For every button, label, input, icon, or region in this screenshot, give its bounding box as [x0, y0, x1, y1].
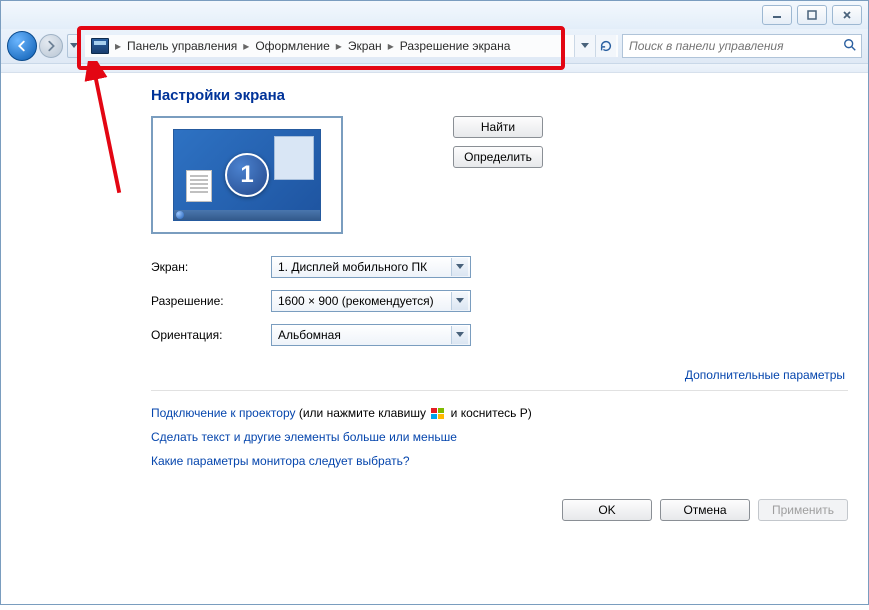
apply-button: Применить [758, 499, 848, 521]
projector-hint-b: и коснитесь P) [447, 406, 531, 420]
address-dropdown[interactable] [574, 35, 595, 57]
orientation-combo[interactable]: Альбомная [271, 324, 471, 346]
display-combo[interactable]: 1. Дисплей мобильного ПК [271, 256, 471, 278]
text-size-link[interactable]: Сделать текст и другие элементы больше и… [151, 430, 457, 444]
separator [151, 390, 848, 391]
control-panel-window: ▸ Панель управления ▸ Оформление ▸ Экран… [0, 0, 869, 605]
search-icon[interactable] [843, 38, 857, 55]
chevron-right-icon[interactable]: ▸ [334, 39, 344, 53]
windows-key-icon [431, 408, 445, 420]
refresh-button[interactable] [595, 35, 616, 57]
display-value: 1. Дисплей мобильного ПК [278, 260, 427, 274]
navigation-bar: ▸ Панель управления ▸ Оформление ▸ Экран… [1, 29, 868, 64]
maximize-button[interactable] [797, 5, 827, 25]
advanced-settings-link[interactable]: Дополнительные параметры [685, 368, 845, 382]
orientation-value: Альбомная [278, 328, 341, 342]
display-label: Экран: [151, 260, 271, 274]
search-box[interactable] [622, 34, 862, 58]
toolbar-strip [1, 64, 868, 73]
crumb-display[interactable]: Экран [344, 37, 386, 55]
search-input[interactable] [627, 38, 843, 54]
page-title: Настройки экрана [151, 87, 848, 104]
crumb-appearance[interactable]: Оформление [251, 37, 333, 55]
monitor-preview[interactable]: 1 [151, 116, 343, 234]
chevron-down-icon[interactable] [451, 292, 468, 310]
back-button[interactable] [7, 31, 37, 61]
close-button[interactable] [832, 5, 862, 25]
orientation-label: Ориентация: [151, 328, 271, 342]
chevron-right-icon[interactable]: ▸ [386, 39, 396, 53]
crumb-control-panel[interactable]: Панель управления [123, 37, 241, 55]
resolution-combo[interactable]: 1600 × 900 (рекомендуется) [271, 290, 471, 312]
identify-button[interactable]: Определить [453, 146, 543, 168]
content-area: Настройки экрана 1 Найти Определить Экра… [1, 73, 868, 541]
monitor-number-badge: 1 [225, 153, 269, 197]
resolution-value: 1600 × 900 (рекомендуется) [278, 294, 434, 308]
detect-button[interactable]: Найти [453, 116, 543, 138]
chevron-right-icon[interactable]: ▸ [241, 39, 251, 53]
preview-taskbar-icon [174, 210, 320, 220]
chevron-down-icon[interactable] [451, 258, 468, 276]
projector-hint-a: (или нажмите клавишу [296, 406, 430, 420]
breadcrumb-bar[interactable]: ▸ Панель управления ▸ Оформление ▸ Экран… [85, 35, 618, 57]
preview-document-icon [186, 170, 212, 202]
crumb-resolution[interactable]: Разрешение экрана [396, 37, 515, 55]
ok-button[interactable]: OK [562, 499, 652, 521]
projector-link[interactable]: Подключение к проектору [151, 406, 296, 420]
resolution-label: Разрешение: [151, 294, 271, 308]
minimize-button[interactable] [762, 5, 792, 25]
chevron-down-icon[interactable] [451, 326, 468, 344]
cancel-button[interactable]: Отмена [660, 499, 750, 521]
titlebar [1, 1, 868, 29]
preview-window-icon [274, 136, 314, 180]
history-dropdown[interactable] [67, 34, 81, 58]
chevron-right-icon[interactable]: ▸ [113, 39, 123, 53]
which-monitor-link[interactable]: Какие параметры монитора следует выбрать… [151, 454, 410, 468]
annotation-arrow [34, 61, 127, 201]
control-panel-icon [91, 38, 109, 54]
forward-button[interactable] [39, 34, 63, 58]
